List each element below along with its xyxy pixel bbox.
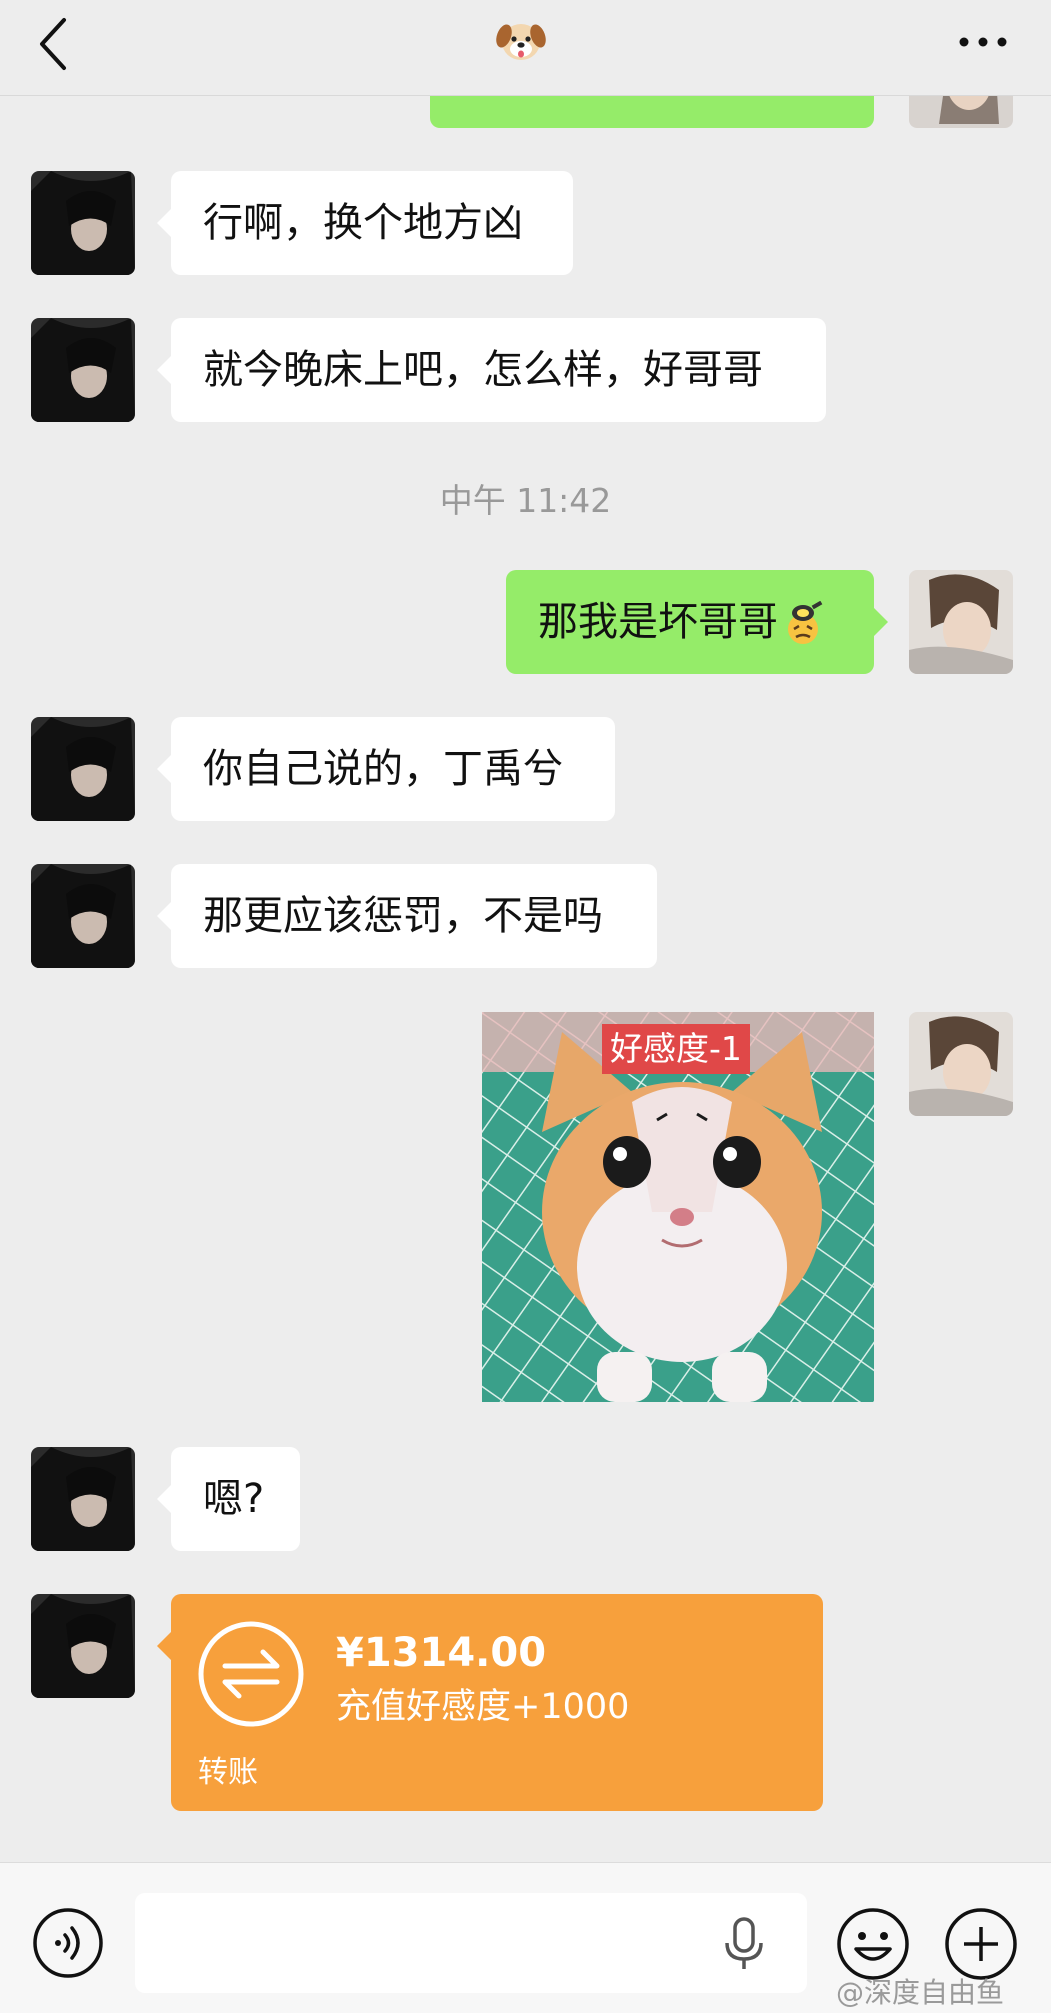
message-bubble[interactable]: 就今晚床上吧，怎么样，好哥哥 [157,318,826,422]
transfer-label: 转账 [198,1755,258,1790]
contact-avatar[interactable] [31,171,135,275]
message-bubble[interactable]: 你自己说的，丁禹兮 [157,717,615,821]
transfer-card[interactable]: ¥1314.00 充值好感度+1000 转账 [157,1594,823,1811]
self-avatar[interactable] [909,570,1013,674]
transfer-icon [198,1621,304,1727]
message-bubble[interactable]: 嗯? [157,1447,300,1551]
plus-icon[interactable] [944,1907,1018,1981]
frying-pan-face-emoji-icon [788,600,823,644]
contact-avatar[interactable] [31,864,135,968]
transfer-note: 充值好感度+1000 [336,1687,630,1727]
transfer-amount: ¥1314.00 [336,1630,547,1676]
self-avatar[interactable] [909,1012,1013,1116]
message-bubble[interactable]: 行啊，换个地方凶 [157,171,573,275]
message-text: 那我是坏哥哥 [538,599,778,645]
contact-avatar[interactable] [31,318,135,422]
back-icon[interactable] [30,14,90,74]
contact-avatar[interactable] [31,717,135,821]
watermark: @深度自由鱼 [836,1976,1005,2009]
sticker-caption: 好感度-1 [602,1024,750,1074]
input-bar: @深度自由鱼 [0,1862,1051,2013]
message-input[interactable] [135,1893,807,1993]
cat-sticker-image[interactable]: 好感度-1 [482,1012,874,1402]
message-bubble[interactable]: 那我是坏哥哥 [506,570,888,674]
dog-face-icon [496,24,546,60]
emoji-icon[interactable] [836,1907,910,1981]
contact-avatar[interactable] [31,1447,135,1551]
chat-screen: 行啊，换个地方凶 就今晚床上吧，怎么样，好哥哥 中午 11:42 那我是坏哥哥 … [0,0,1051,2013]
contact-avatar[interactable] [31,1594,135,1698]
chat-header [0,0,1051,96]
voice-icon[interactable] [32,1907,104,1979]
more-icon[interactable] [950,24,1020,60]
message-bubble[interactable]: 那更应该惩罚，不是吗 [157,864,657,968]
message-timestamp: 中午 11:42 [439,481,612,520]
microphone-icon[interactable] [722,1917,766,1971]
